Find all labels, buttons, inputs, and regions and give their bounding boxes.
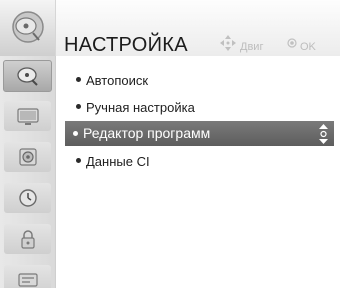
setup-satellite-icon (17, 67, 38, 86)
category-picture[interactable] (4, 101, 51, 131)
header-logo-tile (0, 0, 56, 56)
satellite-dish-icon (12, 11, 44, 43)
lock-icon (21, 230, 35, 249)
up-down-arrows-icon (319, 124, 328, 144)
menu-item-auto-tuning[interactable]: Автопоиск (56, 68, 336, 94)
bullet-icon (73, 131, 78, 136)
bullet-icon (76, 104, 81, 109)
menu-item-label: Автопоиск (86, 73, 149, 88)
move-arrows-icon (220, 35, 236, 51)
audio-icon (19, 148, 37, 166)
menu-item-manual-tuning[interactable]: Ручная настройка (56, 95, 336, 121)
move-hint-label: Двиг (240, 41, 264, 53)
category-sidebar (0, 56, 56, 288)
menu-item-label: Данные CI (86, 154, 150, 169)
setup-menu-list: Автопоиск Ручная настройка Редактор прог… (56, 56, 340, 288)
category-time[interactable] (4, 183, 51, 213)
ok-hint-label: OK (300, 41, 316, 53)
menu-item-ci-information[interactable]: Данные CI (56, 149, 336, 175)
menu-item-label: Редактор программ (83, 125, 211, 141)
menu-item-programme-edit[interactable]: Редактор программ (65, 121, 334, 146)
picture-icon (17, 108, 39, 125)
page-title: НАСТРОЙКА (64, 34, 188, 56)
tv-setup-menu: НАСТРОЙКА Двиг OK Автопоиск Ручная настр… (0, 0, 340, 288)
time-icon (19, 189, 37, 207)
menu-header: НАСТРОЙКА Двиг OK (0, 0, 340, 56)
category-option[interactable] (4, 265, 51, 288)
option-icon (18, 273, 38, 287)
ok-icon (287, 38, 297, 48)
category-lock[interactable] (4, 224, 51, 254)
category-setup[interactable] (3, 60, 52, 92)
category-audio[interactable] (4, 142, 51, 172)
bullet-icon (76, 158, 81, 163)
bullet-icon (76, 77, 81, 82)
menu-item-label: Ручная настройка (86, 100, 195, 115)
